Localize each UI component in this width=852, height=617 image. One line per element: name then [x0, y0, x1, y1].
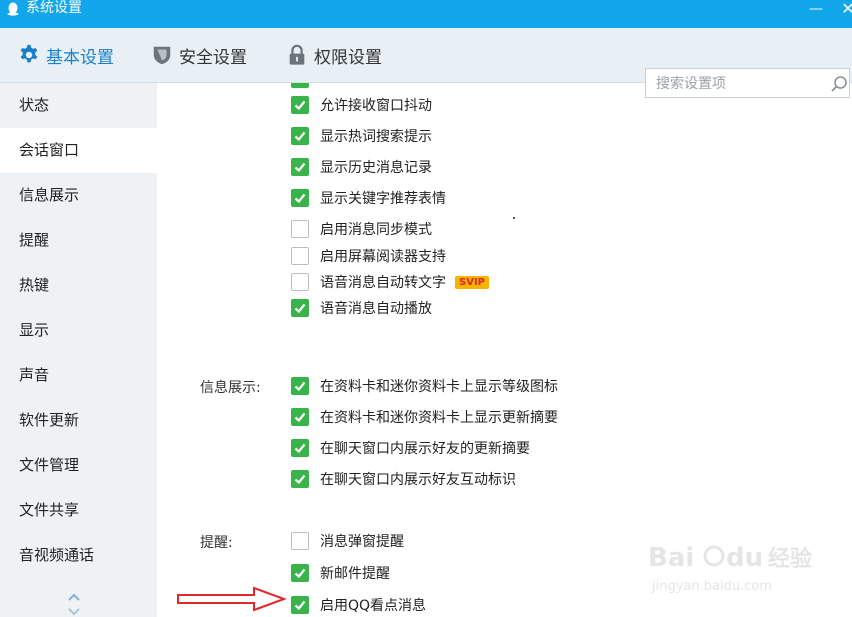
sidebar-item-reminder[interactable]: 提醒 — [0, 218, 157, 263]
chevron-up-icon[interactable] — [66, 592, 82, 602]
svg-text:du: du — [726, 543, 763, 573]
option-hot-word-search[interactable]: 显示热词搜索提示 — [291, 126, 432, 146]
option-label: 启用屏幕阅读器支持 — [320, 249, 446, 265]
check-icon — [294, 131, 306, 142]
option-label: 在聊天窗口内展示好友的更新摘要 — [320, 441, 530, 457]
option-label: 显示历史消息记录 — [320, 160, 432, 176]
checkbox-checked[interactable] — [291, 96, 309, 114]
option-show-history[interactable]: 显示历史消息记录 — [291, 157, 432, 177]
check-icon — [294, 474, 306, 485]
tab-security-settings[interactable]: 安全设置 — [151, 28, 247, 82]
checkbox-checked[interactable] — [291, 189, 309, 207]
search-icon[interactable] — [830, 75, 848, 93]
sidebar-item-file-sharing[interactable]: 文件共享 — [0, 488, 157, 533]
option-label: 显示关键字推荐表情 — [320, 191, 446, 207]
option-popup-reminder[interactable]: 消息弹窗提醒 — [291, 531, 404, 551]
option-label: 启用QQ看点消息 — [320, 598, 427, 614]
option-screen-reader[interactable]: 启用屏幕阅读器支持 — [291, 246, 446, 266]
checkbox-checked[interactable] — [291, 408, 309, 426]
option-label: 启用消息同步模式 — [320, 222, 432, 238]
gear-icon — [20, 44, 38, 63]
option-friend-update-summary[interactable]: 在聊天窗口内展示好友的更新摘要 — [291, 438, 530, 458]
checkbox-checked[interactable] — [291, 564, 309, 582]
checkbox-checked[interactable] — [291, 158, 309, 176]
checkbox-checked[interactable] — [291, 470, 309, 488]
svip-badge: SVIP — [455, 275, 489, 289]
sidebar-item-status[interactable]: 状态 — [0, 83, 157, 128]
check-icon — [294, 303, 306, 314]
tab-label: 安全设置 — [179, 47, 247, 68]
sidebar-item-display[interactable]: 显示 — [0, 308, 157, 353]
minimize-button[interactable]: — — [806, 0, 826, 20]
sidebar-item-sound[interactable]: 声音 — [0, 353, 157, 398]
option-qq-kandian[interactable]: 启用QQ看点消息 — [291, 595, 426, 615]
sidebar-item-session-window[interactable]: 会话窗口 — [0, 128, 157, 173]
tab-label: 基本设置 — [46, 47, 114, 68]
qq-penguin-icon — [7, 2, 19, 16]
checkbox-unchecked[interactable] — [291, 273, 309, 291]
check-icon — [294, 381, 306, 392]
check-icon — [294, 600, 306, 611]
option-label: 在资料卡和迷你资料卡上显示等级图标 — [320, 379, 558, 395]
option-label: 语音消息自动播放 — [320, 301, 432, 317]
option-label: 语音消息自动转文字 — [320, 275, 446, 291]
sidebar-item-av-call[interactable]: 音视频通话 — [0, 533, 157, 578]
option-keyword-emoji[interactable]: 显示关键字推荐表情 — [291, 188, 446, 208]
option-label: 在资料卡和迷你资料卡上显示更新摘要 — [320, 410, 558, 426]
partial-checkbox[interactable] — [291, 83, 309, 88]
sidebar-item-file-management[interactable]: 文件管理 — [0, 443, 157, 488]
option-label: 允许接收窗口抖动 — [320, 98, 432, 114]
shield-icon — [153, 46, 171, 65]
stray-dot — [513, 217, 515, 219]
tab-permission-settings[interactable]: 权限设置 — [286, 28, 382, 82]
chevron-down-icon[interactable] — [66, 607, 82, 617]
checkbox-unchecked[interactable] — [291, 220, 309, 238]
section-label-reminder: 提醒: — [200, 535, 233, 551]
checkbox-checked[interactable] — [291, 377, 309, 395]
svg-text:Bai: Bai — [648, 543, 694, 573]
option-message-sync[interactable]: 启用消息同步模式 — [291, 219, 432, 239]
checkbox-unchecked[interactable] — [291, 532, 309, 550]
option-label: 显示热词搜索提示 — [320, 129, 432, 145]
option-label: 消息弹窗提醒 — [320, 534, 404, 550]
title-bar: 系统设置 — ✕ — [0, 0, 852, 28]
checkbox-checked[interactable] — [291, 127, 309, 145]
svg-text:jingyan.baidu.com: jingyan.baidu.com — [651, 579, 772, 594]
svg-text:经验: 经验 — [768, 546, 812, 572]
sidebar-item-software-update[interactable]: 软件更新 — [0, 398, 157, 443]
option-level-icon[interactable]: 在资料卡和迷你资料卡上显示等级图标 — [291, 376, 558, 396]
red-arrow-annotation — [177, 586, 287, 612]
check-icon — [294, 193, 306, 204]
checkbox-checked[interactable] — [291, 439, 309, 457]
option-voice-autoplay[interactable]: 语音消息自动播放 — [291, 298, 432, 318]
option-interaction-badge[interactable]: 在聊天窗口内展示好友互动标识 — [291, 469, 516, 489]
tab-label: 权限设置 — [314, 47, 382, 68]
option-label: 在聊天窗口内展示好友互动标识 — [320, 472, 516, 488]
baidu-jingyan-watermark-logo: Bai du 经验 jingyan.baidu.com — [648, 543, 812, 594]
close-button[interactable]: ✕ — [838, 0, 852, 20]
check-icon — [294, 443, 306, 454]
checkbox-checked[interactable] — [291, 299, 309, 317]
check-icon — [294, 162, 306, 173]
option-new-mail-reminder[interactable]: 新邮件提醒 — [291, 563, 390, 583]
checkbox-checked[interactable] — [291, 596, 309, 614]
search-box[interactable] — [645, 68, 850, 98]
checkbox-unchecked[interactable] — [291, 247, 309, 265]
lock-icon — [289, 44, 305, 65]
check-icon — [294, 412, 306, 423]
search-input[interactable] — [654, 73, 823, 95]
tab-basic-settings[interactable]: 基本设置 — [18, 28, 114, 82]
option-allow-window-shake[interactable]: 允许接收窗口抖动 — [291, 95, 432, 115]
option-label: 新邮件提醒 — [320, 566, 390, 582]
check-icon — [294, 568, 306, 579]
section-label-info-display: 信息展示: — [200, 380, 261, 396]
sidebar-item-info-display[interactable]: 信息展示 — [0, 173, 157, 218]
option-update-summary[interactable]: 在资料卡和迷你资料卡上显示更新摘要 — [291, 407, 558, 427]
window-title: 系统设置 — [26, 0, 82, 16]
option-voice-to-text[interactable]: 语音消息自动转文字 SVIP — [291, 272, 489, 292]
settings-tabs-bar: 基本设置 安全设置 权限设置 — [0, 28, 852, 98]
check-icon — [294, 100, 306, 111]
sidebar-item-hotkeys[interactable]: 热键 — [0, 263, 157, 308]
